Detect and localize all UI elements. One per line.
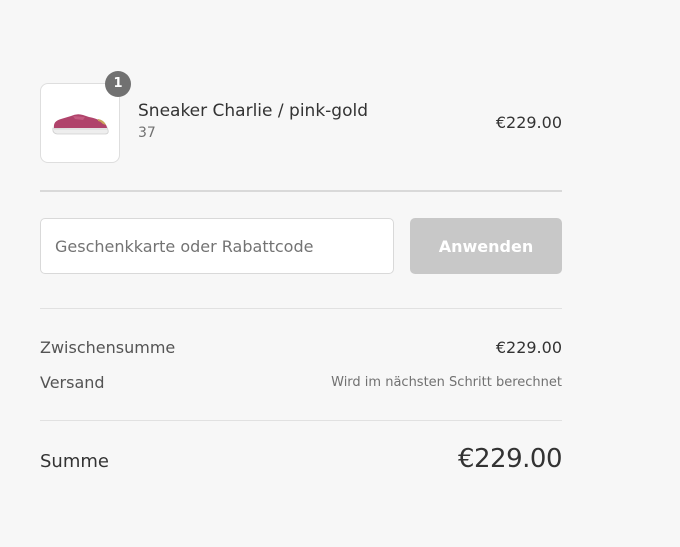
total-label: Summe <box>40 451 109 472</box>
product-line-item: 1 Sneaker Charlie / pink-gold 37 €229.00 <box>40 71 562 163</box>
quantity-badge: 1 <box>105 71 131 97</box>
sneaker-icon <box>52 114 109 135</box>
total-value: €229.00 <box>457 444 563 474</box>
product-thumbnail <box>40 83 120 163</box>
subtotal-label: Zwischensumme <box>40 338 176 357</box>
shipping-value: Wird im nächsten Schritt berechnet <box>331 375 562 390</box>
divider <box>40 308 562 309</box>
apply-discount-button[interactable]: Anwenden <box>410 218 562 274</box>
shipping-label: Versand <box>40 373 105 392</box>
product-price: €229.00 <box>495 113 562 132</box>
product-name: Sneaker Charlie / pink-gold <box>138 101 368 121</box>
divider <box>40 190 562 192</box>
product-variant: 37 <box>138 125 156 141</box>
divider <box>40 420 562 421</box>
discount-code-input[interactable] <box>40 218 394 274</box>
subtotal-value: €229.00 <box>495 338 562 357</box>
